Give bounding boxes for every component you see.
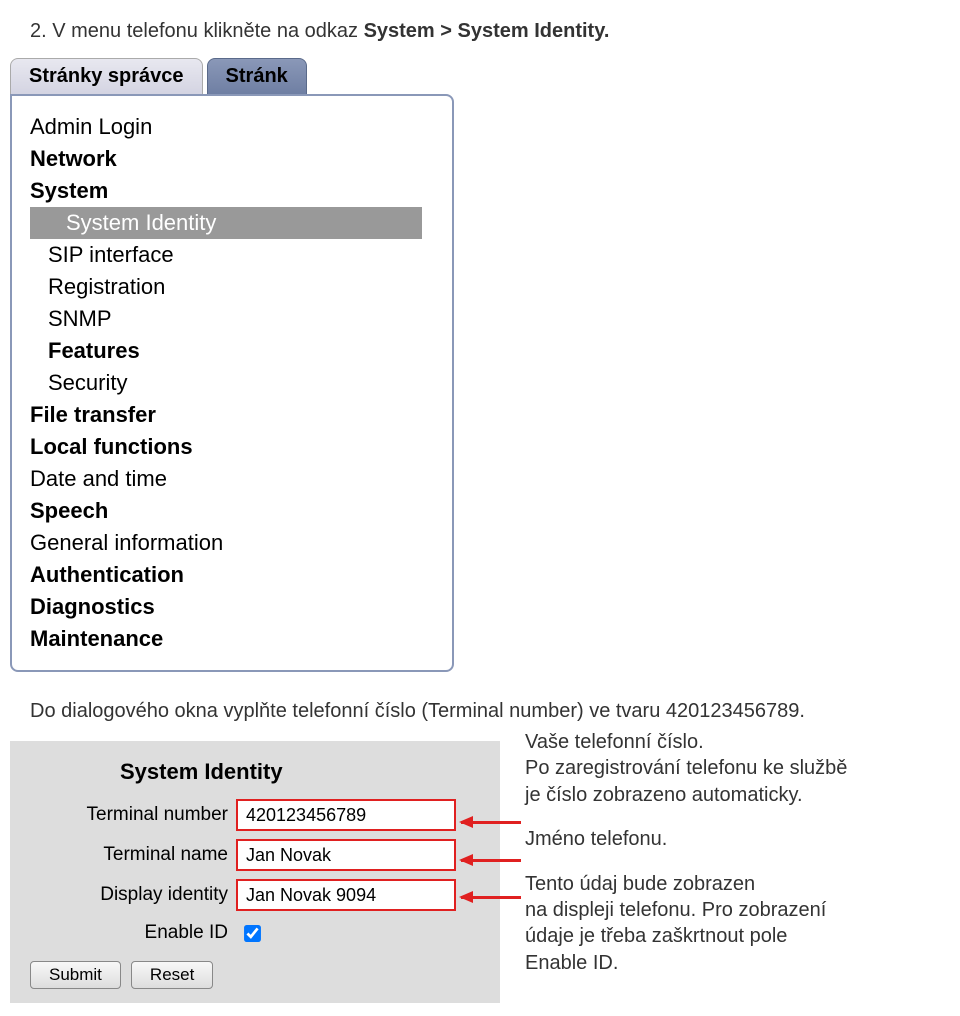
annot-line: Tento údaj bude zobrazen: [525, 871, 935, 897]
menu-item-file-transfer[interactable]: File transfer: [12, 399, 452, 431]
menu-item-network[interactable]: Network: [12, 143, 452, 175]
row-enable-id: Enable ID: [10, 915, 500, 951]
menu-panel: Admin LoginNetworkSystemSystem IdentityS…: [10, 94, 454, 672]
row-terminal-number: Terminal number 420123456789: [10, 795, 500, 835]
instruction-bold: System > System Identity.: [364, 20, 610, 42]
menu-item-snmp[interactable]: SNMP: [12, 303, 452, 335]
arrow-icon: [461, 896, 521, 899]
label-terminal-name: Terminal name: [10, 844, 236, 866]
menu-item-authentication[interactable]: Authentication: [12, 559, 452, 591]
menu-item-maintenance[interactable]: Maintenance: [12, 623, 452, 655]
label-enable-id: Enable ID: [10, 922, 236, 944]
annot-line: Enable ID.: [525, 950, 935, 976]
instruction-text: V menu telefonu klikněte na odkaz: [47, 20, 364, 42]
annot-line: Vaše telefonní číslo.: [525, 729, 935, 755]
form-header: System Identity: [10, 741, 500, 795]
checkbox-enable-id[interactable]: [244, 925, 261, 942]
annot-line: údaje je třeba zaškrtnout pole: [525, 923, 935, 949]
menu-item-general-information[interactable]: General information: [12, 527, 452, 559]
label-display-identity: Display identity: [10, 884, 236, 906]
row-display-identity: Display identity Jan Novak 9094: [10, 875, 500, 915]
reset-button[interactable]: Reset: [131, 961, 213, 989]
input-display-identity[interactable]: Jan Novak 9094: [236, 879, 456, 911]
instruction-step2: 2. V menu telefonu klikněte na odkaz Sys…: [0, 0, 960, 58]
row-terminal-name: Terminal name Jan Novak: [10, 835, 500, 875]
label-terminal-number: Terminal number: [10, 804, 236, 826]
submit-button[interactable]: Submit: [30, 961, 121, 989]
step-number: 2.: [30, 20, 47, 42]
menu-item-speech[interactable]: Speech: [12, 495, 452, 527]
annotation-phone-name: Jméno telefonu.: [525, 826, 935, 852]
menu-item-diagnostics[interactable]: Diagnostics: [12, 591, 452, 623]
input-terminal-name[interactable]: Jan Novak: [236, 839, 456, 871]
annot-line: na displeji telefonu. Pro zobrazení: [525, 897, 935, 923]
tab-admin-pages[interactable]: Stránky správce: [10, 58, 203, 94]
menu-item-system[interactable]: System: [12, 175, 452, 207]
menu-item-features[interactable]: Features: [12, 335, 452, 367]
annot-line: Po zaregistrování telefonu ke službě: [525, 755, 935, 781]
menu-item-registration[interactable]: Registration: [12, 271, 452, 303]
menu-item-security[interactable]: Security: [12, 367, 452, 399]
tabs: Stránky správce Stránk: [10, 58, 960, 94]
system-identity-form: System Identity Terminal number 42012345…: [10, 741, 500, 1003]
tab-pages[interactable]: Stránk: [207, 58, 307, 94]
arrow-icon: [461, 859, 521, 862]
menu-item-date-and-time[interactable]: Date and time: [12, 463, 452, 495]
form-buttons: Submit Reset: [10, 951, 500, 1003]
annotation-display-id: Tento údaj bude zobrazen na displeji tel…: [525, 871, 935, 977]
input-terminal-number[interactable]: 420123456789: [236, 799, 456, 831]
menu-item-admin-login[interactable]: Admin Login: [12, 111, 452, 143]
menu-item-local-functions[interactable]: Local functions: [12, 431, 452, 463]
annotation-phone-number: Vaše telefonní číslo. Po zaregistrování …: [525, 729, 935, 808]
annotations: Vaše telefonní číslo. Po zaregistrování …: [500, 741, 935, 988]
form-area: System Identity Terminal number 42012345…: [0, 741, 960, 1003]
annot-line: Jméno telefonu.: [525, 826, 935, 852]
arrow-icon: [461, 821, 521, 824]
checkbox-enable-id-wrap: [236, 919, 270, 947]
annot-line: je číslo zobrazeno automaticky.: [525, 782, 935, 808]
menu-item-sip-interface[interactable]: SIP interface: [12, 239, 452, 271]
menu-item-system-identity[interactable]: System Identity: [30, 207, 422, 239]
